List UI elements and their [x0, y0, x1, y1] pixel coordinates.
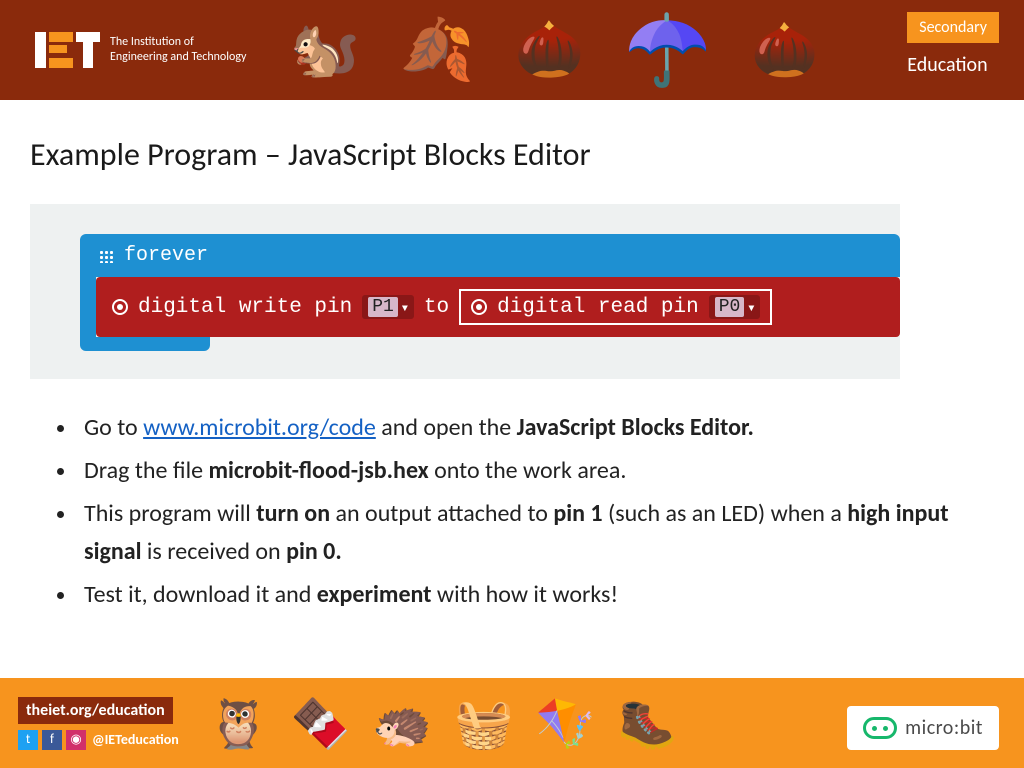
digital-read-block: digital read pin P0▼ — [459, 289, 772, 325]
top-banner: The Institution of Engineering and Techn… — [0, 0, 1024, 100]
step-1: Go to www.microbit.org/code and open the… — [78, 409, 994, 446]
write-label: digital write pin — [138, 296, 352, 319]
hedgehog-icon: 🦔 — [372, 694, 432, 753]
step-3: This program will turn on an output atta… — [78, 495, 994, 569]
iet-logo-text: The Institution of Engineering and Techn… — [110, 35, 246, 65]
read-label: digital read pin — [497, 296, 699, 319]
page-title: Example Program – JavaScript Blocks Edit… — [30, 135, 994, 174]
boots-icon: 🥾 — [618, 694, 678, 753]
pinecone-icon: 🌰 — [514, 16, 584, 84]
kite-icon: 🪁 — [536, 694, 596, 753]
microbit-link[interactable]: www.microbit.org/code — [143, 413, 376, 442]
twitter-icon[interactable]: t — [18, 730, 38, 750]
to-label: to — [424, 296, 449, 319]
target-icon — [112, 299, 128, 315]
secondary-education-label: Secondary Education — [907, 12, 999, 77]
target-icon — [471, 299, 487, 315]
facebook-icon[interactable]: f — [42, 730, 62, 750]
slide-content: Example Program – JavaScript Blocks Edit… — [0, 100, 1024, 613]
secondary-badge: Secondary — [907, 12, 999, 43]
social-handle: @IETeducation — [92, 731, 179, 748]
pin-p0-dropdown[interactable]: P0▼ — [709, 295, 761, 319]
squirrel-icon: 🐿️ — [290, 16, 360, 84]
digital-write-block: digital write pin P1▼ to digital read pi… — [96, 277, 900, 337]
instruction-list: Go to www.microbit.org/code and open the… — [78, 409, 994, 613]
social-row: t f ◉ @IETeducation — [18, 730, 179, 750]
leaf-icon: 🍂 — [400, 14, 475, 87]
org-line-2: Engineering and Technology — [110, 50, 246, 65]
grid-icon — [98, 249, 114, 263]
microbit-text: micro:bit — [905, 716, 983, 740]
step-4: Test it, download it and experiment with… — [78, 576, 994, 613]
pin-p1-dropdown[interactable]: P1▼ — [362, 295, 414, 319]
wheelbarrow-icon: 🧺 — [454, 694, 514, 753]
forever-label: forever — [124, 244, 208, 267]
bottom-banner: theiet.org/education t f ◉ @IETeducation… — [0, 678, 1024, 768]
step-2: Drag the file microbit-flood-jsb.hex ont… — [78, 452, 994, 489]
iet-logo: The Institution of Engineering and Techn… — [35, 32, 246, 68]
owl-icon: 🦉 — [209, 694, 269, 753]
forever-block: forever — [80, 234, 900, 277]
footer-decorations: 🦉 🍫 🦔 🧺 🪁 🥾 — [209, 694, 678, 753]
education-label: Education — [907, 53, 999, 77]
instagram-icon[interactable]: ◉ — [66, 730, 86, 750]
blocks-editor-screenshot: forever digital write pin P1▼ to digital… — [30, 204, 900, 379]
microbit-badge: micro:bit — [847, 706, 999, 750]
footer-url: theiet.org/education — [18, 697, 173, 724]
umbrella-icon: ☂️ — [624, 7, 711, 93]
header-decorations: 🐿️ 🍂 🌰 ☂️ 🌰 — [290, 0, 819, 100]
iet-logo-mark — [35, 32, 100, 68]
org-line-1: The Institution of — [110, 35, 246, 50]
microbit-icon — [863, 717, 897, 739]
acorn-icon: 🌰 — [751, 17, 818, 83]
cocoa-icon: 🍫 — [291, 694, 351, 753]
footer-left: theiet.org/education t f ◉ @IETeducation — [18, 697, 179, 750]
